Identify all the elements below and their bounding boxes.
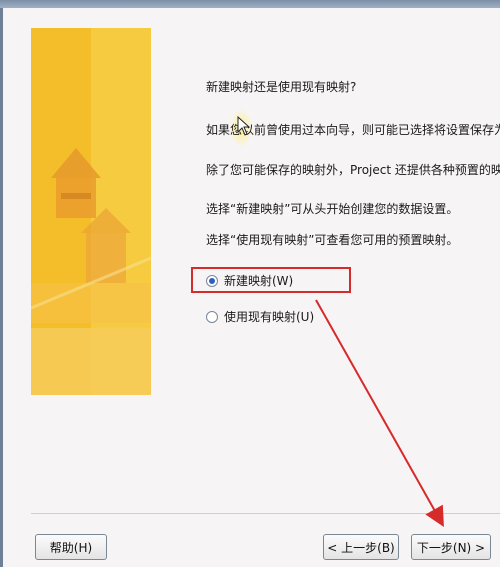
- annotation-arrow: [315, 299, 444, 527]
- mouse-pointer-icon: [237, 116, 251, 136]
